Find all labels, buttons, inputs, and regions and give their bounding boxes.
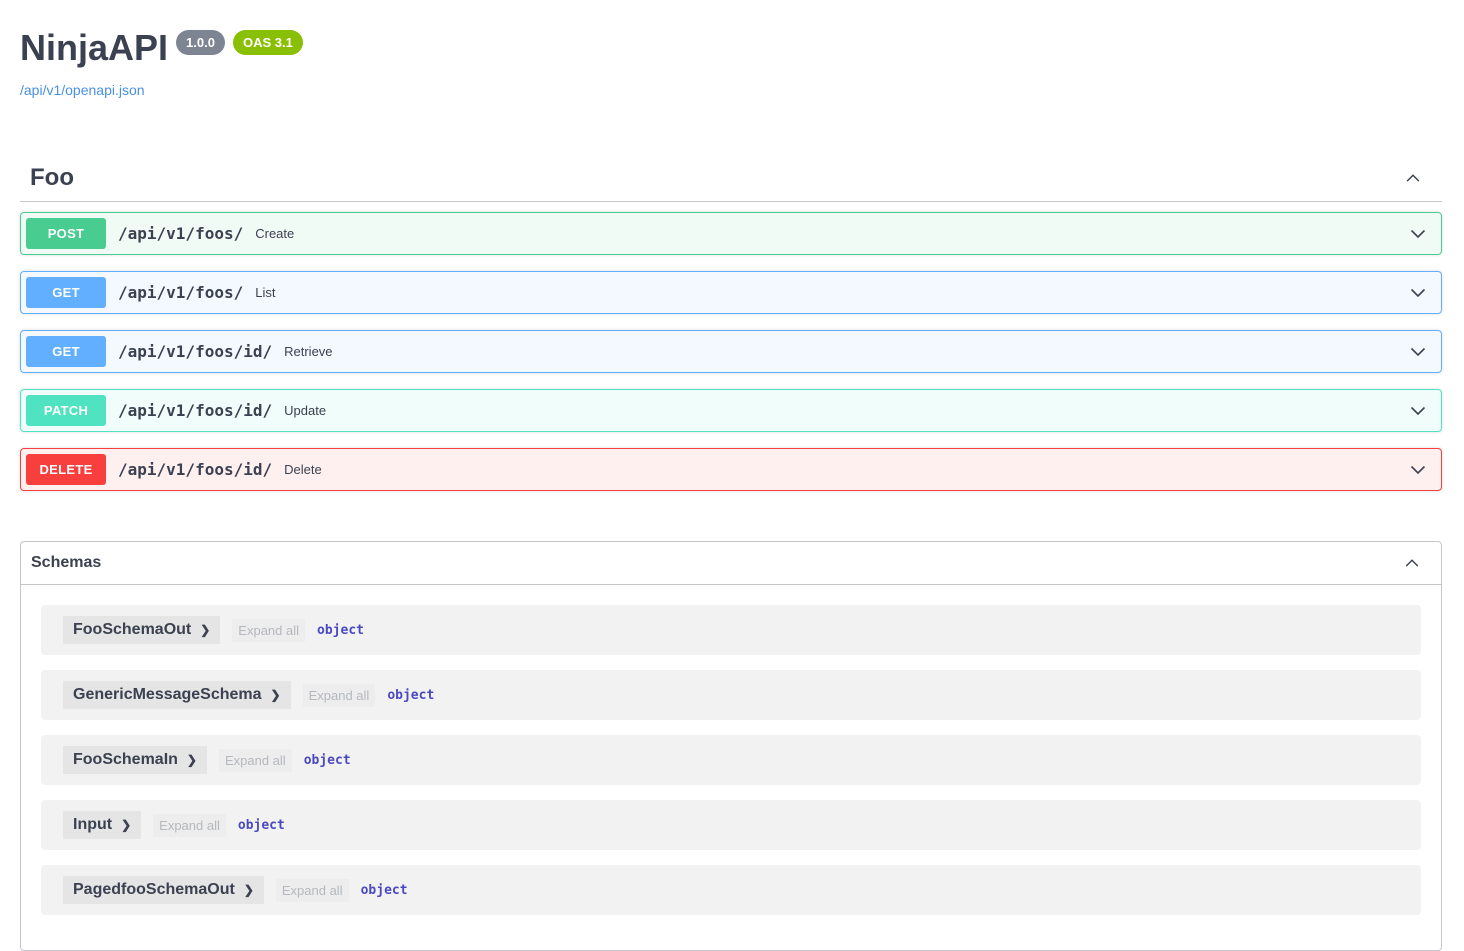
chevron-down-icon[interactable] [1408, 401, 1436, 421]
operation-path: /api/v1/foos/ [118, 283, 243, 302]
schemas-header[interactable]: Schemas [21, 542, 1441, 585]
operation-summary: Update [284, 403, 326, 418]
model-name: GenericMessageSchema [73, 686, 262, 704]
api-info-header: NinjaAPI 1.0.0 OAS 3.1 /api/v1/openapi.j… [20, 0, 1442, 100]
method-badge-get: GET [26, 277, 106, 308]
model-toggle-button[interactable]: FooSchemaOut ❯ [63, 616, 220, 644]
chevron-down-icon[interactable] [1408, 342, 1436, 362]
method-badge-get: GET [26, 336, 106, 367]
operation-summary: Create [255, 226, 294, 241]
openapi-spec-link[interactable]: /api/v1/openapi.json [20, 82, 145, 98]
model-toggle-button[interactable]: Input ❯ [63, 811, 141, 839]
opblock-get-retrieve[interactable]: GET /api/v1/foos/id/ Retrieve [20, 330, 1442, 373]
method-badge-post: POST [26, 218, 106, 249]
model-name: PagedfooSchemaOut [73, 881, 235, 899]
oas-badge: OAS 3.1 [233, 30, 303, 55]
model-toggle-button[interactable]: GenericMessageSchema ❯ [63, 681, 291, 709]
api-title: NinjaAPI [20, 28, 168, 68]
opblock-summary: GET /api/v1/foos/ List [21, 272, 1441, 313]
expand-all-button[interactable]: Expand all [232, 619, 305, 642]
schemas-body: FooSchemaOut ❯ Expand all object Generic… [21, 585, 1441, 950]
model-type: object [387, 688, 434, 703]
expand-all-button[interactable]: Expand all [276, 879, 349, 902]
chevron-down-icon[interactable] [1408, 460, 1436, 480]
page-title: NinjaAPI 1.0.0 OAS 3.1 [20, 28, 1442, 68]
operation-summary: List [255, 285, 275, 300]
swagger-ui-page: NinjaAPI 1.0.0 OAS 3.1 /api/v1/openapi.j… [0, 0, 1464, 909]
model-row: FooSchemaOut ❯ Expand all object [41, 605, 1421, 655]
opblock-summary: GET /api/v1/foos/id/ Retrieve [21, 331, 1441, 372]
chevron-up-icon[interactable] [1404, 169, 1422, 187]
operation-path: /api/v1/foos/id/ [118, 342, 272, 361]
chevron-right-icon: ❯ [244, 884, 254, 896]
model-toggle-button[interactable]: FooSchemaIn ❯ [63, 746, 207, 774]
model-row: Input ❯ Expand all object [41, 800, 1421, 850]
chevron-right-icon: ❯ [187, 754, 197, 766]
model-row: PagedfooSchemaOut ❯ Expand all object [41, 865, 1421, 915]
model-name: Input [73, 816, 112, 834]
opblock-patch-update[interactable]: PATCH /api/v1/foos/id/ Update [20, 389, 1442, 432]
opblock-summary: POST /api/v1/foos/ Create [21, 213, 1441, 254]
opblock-delete-delete[interactable]: DELETE /api/v1/foos/id/ Delete [20, 448, 1442, 491]
model-type: object [361, 883, 408, 898]
operation-path: /api/v1/foos/ [118, 224, 243, 243]
model-name: FooSchemaOut [73, 621, 191, 639]
model-type: object [304, 753, 351, 768]
operation-path: /api/v1/foos/id/ [118, 401, 272, 420]
chevron-right-icon: ❯ [271, 689, 281, 701]
chevron-down-icon[interactable] [1408, 283, 1436, 303]
model-row: GenericMessageSchema ❯ Expand all object [41, 670, 1421, 720]
opblock-get-list[interactable]: GET /api/v1/foos/ List [20, 271, 1442, 314]
tag-title: Foo [30, 164, 74, 192]
expand-all-button[interactable]: Expand all [219, 749, 292, 772]
model-name: FooSchemaIn [73, 751, 178, 769]
chevron-up-icon[interactable] [1403, 554, 1421, 572]
model-type: object [317, 623, 364, 638]
opblock-post-create[interactable]: POST /api/v1/foos/ Create [20, 212, 1442, 255]
chevron-right-icon: ❯ [200, 624, 210, 636]
expand-all-button[interactable]: Expand all [153, 814, 226, 837]
method-badge-delete: DELETE [26, 454, 106, 485]
schemas-section: Schemas FooSchemaOut ❯ Expand all object… [20, 541, 1442, 951]
version-badge: 1.0.0 [176, 30, 225, 55]
operation-path: /api/v1/foos/id/ [118, 460, 272, 479]
model-row: FooSchemaIn ❯ Expand all object [41, 735, 1421, 785]
chevron-down-icon[interactable] [1408, 224, 1436, 244]
schemas-title: Schemas [31, 554, 101, 572]
opblock-summary: PATCH /api/v1/foos/id/ Update [21, 390, 1441, 431]
opblock-summary: DELETE /api/v1/foos/id/ Delete [21, 449, 1441, 490]
model-type: object [238, 818, 285, 833]
chevron-right-icon: ❯ [121, 819, 131, 831]
operation-summary: Retrieve [284, 344, 332, 359]
expand-all-button[interactable]: Expand all [303, 684, 376, 707]
operation-summary: Delete [284, 462, 322, 477]
method-badge-patch: PATCH [26, 395, 106, 426]
model-toggle-button[interactable]: PagedfooSchemaOut ❯ [63, 876, 264, 904]
tag-header-foo[interactable]: Foo [20, 158, 1442, 202]
tag-section-foo: Foo POST /api/v1/foos/ Create GET /api/v… [20, 158, 1442, 491]
